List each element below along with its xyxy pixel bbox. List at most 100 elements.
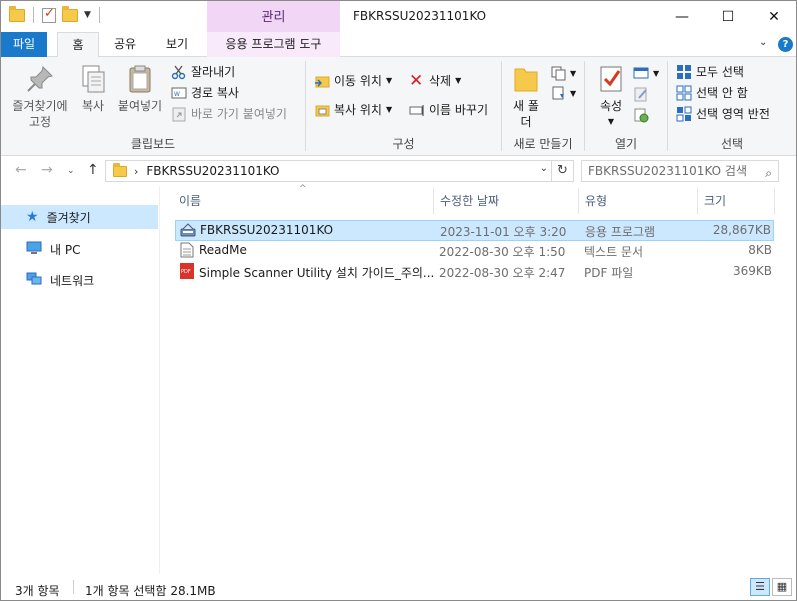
tab-home[interactable]: 홈 [57, 32, 99, 58]
file-name: ReadMe [199, 243, 247, 257]
file-row[interactable]: PDF Simple Scanner Utility 설치 가이드_주의... … [175, 262, 774, 283]
tab-view[interactable]: 보기 [153, 32, 201, 57]
paste-icon [124, 63, 156, 95]
file-row[interactable]: ReadMe 2022-08-30 오후 1:50 텍스트 문서 8KB [175, 241, 774, 262]
paste-shortcut-button[interactable]: 바로 가기 붙여넣기 [171, 105, 287, 122]
easy-access-dropdown-icon: ▼ [570, 88, 577, 98]
star-icon: ★ [26, 209, 39, 225]
copy-path-icon: W [171, 85, 187, 101]
properties-button[interactable]: 속성 ▼ [591, 63, 631, 130]
copy-to-dropdown-icon: ▼ [385, 105, 393, 114]
folder-icon [9, 5, 25, 22]
column-header-size[interactable]: 크기 [698, 192, 774, 214]
column-separator[interactable] [774, 188, 775, 214]
clipboard-group: 즐겨찾기에 고정 복사 붙여넣기 잘라내기 W 경로 복사 바로 가기 붙여넣기… [1, 57, 305, 156]
cut-label: 잘라내기 [191, 65, 236, 79]
delete-label: 삭제 [429, 74, 452, 88]
copy-path-label: 경로 복사 [191, 86, 239, 100]
search-icon[interactable]: ⌕ [765, 163, 772, 183]
maximize-button[interactable]: ☐ [705, 1, 751, 32]
minimize-button[interactable]: — [659, 1, 705, 32]
nav-item-network[interactable]: 네트워크 [1, 268, 158, 292]
new-folder-button[interactable]: 새 폴더 [508, 63, 544, 130]
tab-file[interactable]: 파일 [1, 32, 47, 57]
invert-selection-button[interactable]: 선택 영역 반전 [676, 105, 770, 122]
scanner-app-icon [180, 222, 196, 241]
status-bar: 3개 항목 1개 항목 선택함 28.1MB ☰ ▦ [1, 574, 796, 600]
delete-button[interactable]: ✕ 삭제 ▼ [409, 72, 461, 89]
new-folder-icon[interactable] [62, 5, 78, 22]
chevron-down-icon[interactable]: ⌄ [540, 163, 548, 174]
item-count: 3개 항목 [15, 584, 60, 598]
organize-group-label: 구성 [392, 137, 415, 151]
new-group: 새 폴더 ▼ ▼ 새로 만들기 [502, 57, 584, 156]
close-button[interactable]: ✕ [751, 1, 796, 32]
scissors-icon [171, 64, 187, 80]
details-view-icon[interactable]: ☰ [750, 578, 770, 596]
pin-label: 즐겨찾기에 고정 [12, 99, 68, 129]
file-type: PDF 파일 [584, 266, 634, 280]
pin-to-quick-access-button[interactable]: 즐겨찾기에 고정 [5, 63, 75, 130]
easy-access-button[interactable]: ▼ [550, 85, 576, 101]
select-all-button[interactable]: 모두 선택 [676, 63, 744, 80]
open-button[interactable]: ▼ [633, 65, 659, 81]
select-none-button[interactable]: 선택 안 함 [676, 84, 748, 101]
tab-application-tools[interactable]: 응용 프로그램 도구 [207, 32, 340, 57]
column-header-name[interactable]: 이름 [173, 192, 433, 214]
tab-share[interactable]: 공유 [103, 32, 147, 57]
expand-ribbon-icon[interactable]: ⌄ [759, 37, 767, 48]
rename-button[interactable]: 이름 바꾸기 [409, 101, 488, 118]
nav-label-this-pc: 내 PC [50, 242, 81, 257]
copy-button[interactable]: 복사 [75, 63, 111, 114]
explorer-window: ▼ 관리 FBKRSSU20231101KO — ☐ ✕ 파일 홈 공유 보기 … [0, 0, 797, 601]
move-to-button[interactable]: 이동 위치 ▼ [314, 72, 392, 89]
ribbon-tabs: 파일 홈 공유 보기 응용 프로그램 도구 ⌄ ? [1, 32, 796, 58]
edit-button[interactable] [633, 86, 649, 102]
separator [33, 7, 34, 23]
customize-toolbar-dropdown-icon[interactable]: ▼ [84, 10, 91, 20]
window-title: FBKRSSU20231101KO [353, 9, 487, 23]
file-size: 8KB [748, 243, 772, 257]
nav-label-quick-access: 즐겨찾기 [46, 210, 91, 225]
file-modified: 2022-08-30 오후 2:47 [439, 266, 566, 280]
refresh-icon[interactable]: ↻ [552, 160, 574, 182]
properties-icon [597, 63, 625, 95]
file-name: FBKRSSU20231101KO [200, 223, 334, 237]
copy-path-button[interactable]: W 경로 복사 [171, 84, 239, 101]
nav-item-this-pc[interactable]: 내 PC [1, 237, 158, 261]
context-tab-manage[interactable]: 관리 [207, 1, 340, 32]
pin-icon [24, 63, 56, 95]
column-header-type[interactable]: 유형 [579, 192, 697, 214]
select-group-label: 선택 [720, 137, 744, 151]
paste-button[interactable]: 붙여넣기 [114, 63, 166, 114]
cut-button[interactable]: 잘라내기 [171, 63, 235, 80]
address-path[interactable]: FBKRSSU20231101KO [146, 164, 279, 178]
select-all-label: 모두 선택 [696, 65, 744, 79]
large-icons-view-icon[interactable]: ▦ [772, 578, 792, 596]
chevron-right-icon[interactable]: › [134, 165, 138, 178]
new-group-label: 새로 만들기 [513, 137, 573, 151]
navigation-pane: ★ 즐겨찾기 내 PC 네트워크 [1, 186, 160, 574]
search-input[interactable]: FBKRSSU20231101KO 검색 ⌕ [581, 160, 779, 182]
folder-icon [113, 163, 127, 177]
help-icon[interactable]: ? [778, 37, 793, 52]
forward-arrow-icon[interactable]: → [41, 162, 53, 178]
new-item-button[interactable]: ▼ [550, 65, 576, 81]
status-separator [73, 580, 74, 594]
address-bar[interactable]: › FBKRSSU20231101KO ⌄ [105, 160, 552, 182]
up-arrow-icon[interactable]: ↑ [87, 162, 99, 178]
copy-to-button[interactable]: 복사 위치 ▼ [314, 101, 392, 118]
file-type: 텍스트 문서 [584, 245, 644, 259]
history-button[interactable] [633, 107, 649, 123]
file-row[interactable]: FBKRSSU20231101KO 2023-11-01 오후 3:20 응용 … [175, 220, 774, 241]
column-header-modified[interactable]: 수정한 날짜 [434, 192, 579, 214]
recent-locations-icon[interactable]: ⌄ [67, 166, 75, 176]
nav-item-quick-access[interactable]: ★ 즐겨찾기 [1, 205, 158, 229]
properties-icon[interactable] [42, 6, 56, 23]
selection-status: 1개 항목 선택함 28.1MB [85, 584, 216, 598]
open-group-label: 열기 [614, 137, 638, 151]
back-arrow-icon[interactable]: ← [15, 162, 27, 178]
copy-to-label: 복사 위치 [334, 103, 382, 117]
paste-label: 붙여넣기 [117, 99, 163, 113]
clipboard-group-label: 클립보드 [130, 137, 176, 151]
